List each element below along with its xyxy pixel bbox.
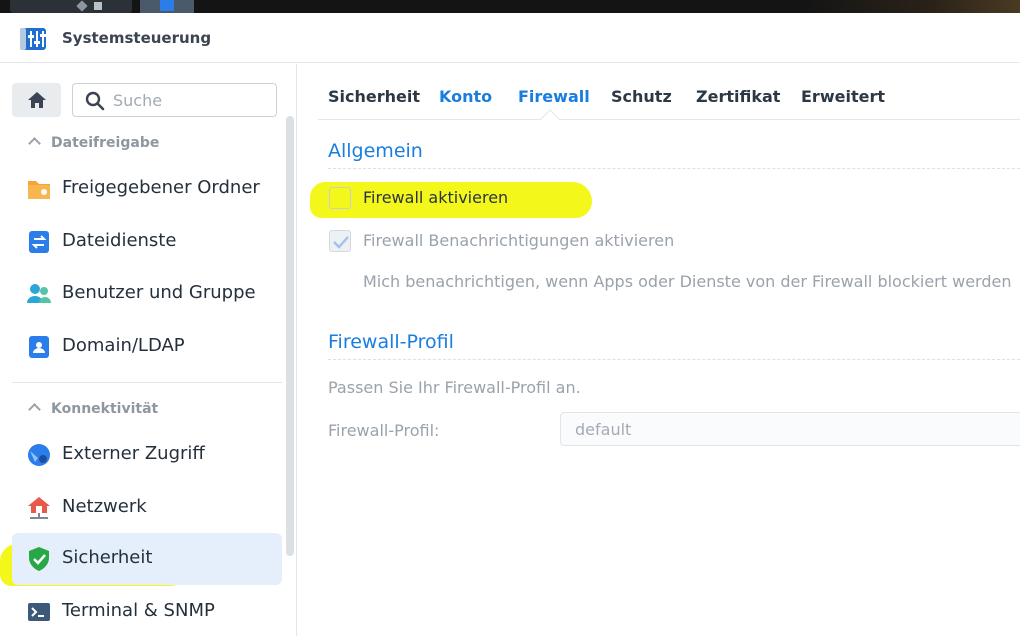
window-title-bar: Systemsteuerung xyxy=(0,13,1020,63)
sidebar-item-users-groups[interactable]: Benutzer und Gruppe xyxy=(12,268,282,320)
window-title: Systemsteuerung xyxy=(62,29,212,47)
firewall-notifications-label[interactable]: Firewall Benachrichtigungen aktivieren xyxy=(363,231,674,250)
tab-security[interactable]: Sicherheit xyxy=(328,87,420,106)
sidebar-item-label: Benutzer und Gruppe xyxy=(62,282,256,303)
sidebar-item-label: Externer Zugriff xyxy=(62,443,205,464)
tab-advanced[interactable]: Erweitert xyxy=(801,87,885,106)
sidebar-item-security[interactable]: Sicherheit xyxy=(12,533,282,585)
group-header-file-sharing[interactable]: Dateifreigabe xyxy=(28,135,160,155)
sidebar: Dateifreigabe Freigegebener Ordner Datei… xyxy=(0,64,297,636)
tab-protection[interactable]: Schutz xyxy=(611,87,672,106)
profile-description: Passen Sie Ihr Firewall-Profil an. xyxy=(328,378,581,397)
section-title-general: Allgemein xyxy=(328,140,423,162)
firewall-notifications-checkbox[interactable] xyxy=(329,230,351,252)
desktop-wallpaper xyxy=(800,0,1020,13)
sidebar-item-domain-ldap[interactable]: Domain/LDAP xyxy=(12,321,282,373)
tab-firewall[interactable]: Firewall xyxy=(518,87,590,106)
chevron-up-icon xyxy=(28,403,41,416)
firewall-profile-value: default xyxy=(575,420,632,439)
sidebar-scrollbar[interactable] xyxy=(286,116,294,556)
search-box[interactable] xyxy=(72,83,277,117)
taskbar-strip xyxy=(0,0,1020,13)
users-icon xyxy=(27,284,51,303)
notify-description: Mich benachrichtigen, wenn Apps oder Die… xyxy=(363,272,1012,291)
control-panel-icon xyxy=(160,0,174,11)
home-icon xyxy=(28,92,46,108)
sidebar-item-terminal-snmp[interactable]: Terminal & SNMP xyxy=(12,586,282,638)
section-divider xyxy=(328,168,1020,169)
shield-icon xyxy=(29,547,49,571)
sidebar-item-network[interactable]: Netzwerk xyxy=(12,482,282,534)
search-input[interactable] xyxy=(113,89,263,111)
file-services-icon xyxy=(29,231,49,253)
sidebar-item-shared-folder[interactable]: Freigegebener Ordner xyxy=(12,163,282,215)
checkmark-icon xyxy=(333,236,349,249)
sidebar-item-label: Netzwerk xyxy=(62,496,147,517)
sidebar-item-label: Freigegebener Ordner xyxy=(62,177,260,198)
control-panel-icon xyxy=(20,28,46,50)
sidebar-item-label: Terminal & SNMP xyxy=(62,600,215,621)
profile-field-label: Firewall-Profil: xyxy=(328,421,440,440)
tab-certificate[interactable]: Zertifikat xyxy=(696,87,780,106)
group-label: Konnektivität xyxy=(51,401,159,417)
taskbar-button-main-menu[interactable] xyxy=(10,0,132,13)
enable-firewall-checkbox[interactable] xyxy=(329,187,351,209)
section-title-firewall-profile: Firewall-Profil xyxy=(328,331,454,353)
tab-bar: Sicherheit Konto Firewall Schutz Zertifi… xyxy=(318,64,1020,120)
search-icon xyxy=(85,91,105,111)
group-header-connectivity[interactable]: Konnektivität xyxy=(28,401,159,421)
sidebar-item-label: Dateidienste xyxy=(62,230,177,251)
section-divider xyxy=(328,359,1020,360)
group-label: Dateifreigabe xyxy=(51,135,160,151)
external-access-icon xyxy=(28,444,50,466)
chevron-up-icon xyxy=(28,137,41,150)
folder-share-icon xyxy=(28,181,50,199)
tab-account[interactable]: Konto xyxy=(439,87,492,106)
sidebar-item-external-access[interactable]: Externer Zugriff xyxy=(12,429,282,481)
enable-firewall-label[interactable]: Firewall aktivieren xyxy=(363,188,508,207)
network-icon xyxy=(28,497,50,519)
sidebar-item-label: Sicherheit xyxy=(62,547,153,568)
terminal-icon xyxy=(28,603,50,621)
domain-ldap-icon xyxy=(29,336,49,358)
taskbar-button-control-panel[interactable] xyxy=(140,0,194,13)
firewall-profile-select[interactable]: default xyxy=(560,412,1020,446)
square-icon xyxy=(94,2,102,10)
sidebar-item-label: Domain/LDAP xyxy=(62,335,185,356)
diamond-icon xyxy=(76,0,88,12)
sidebar-item-file-services[interactable]: Dateidienste xyxy=(12,216,282,268)
sidebar-divider xyxy=(12,382,282,383)
home-button[interactable] xyxy=(12,83,61,117)
